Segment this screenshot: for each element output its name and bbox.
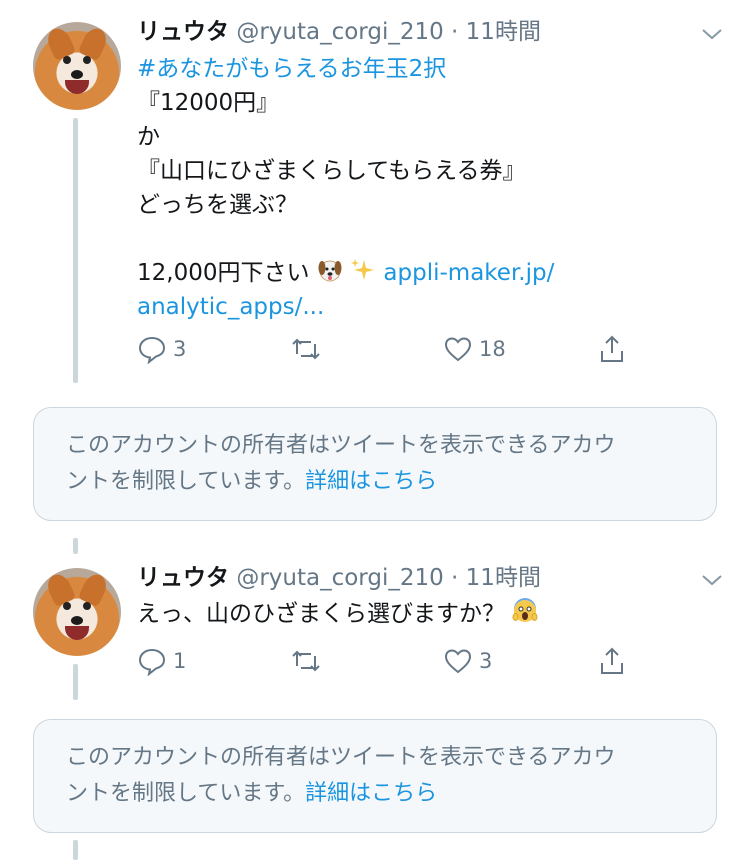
tweet-header: リュウタ @ryuta_corgi_210 · 11時間 [137, 17, 541, 47]
user-handle[interactable]: @ryuta_corgi_210 [236, 565, 443, 591]
reply-icon [138, 336, 166, 364]
notice-text: このアカウントの所有者はツイートを表示できるアカウ [66, 433, 616, 458]
timestamp[interactable]: 11時間 [466, 19, 541, 45]
thread-line [73, 664, 78, 700]
reply-button[interactable]: 1 [137, 643, 186, 679]
retweet-icon [292, 338, 320, 360]
restricted-notice: このアカウントの所有者はツイートを表示できるアカウ ントを制限しています。詳細は… [33, 407, 717, 521]
avatar[interactable] [33, 568, 121, 656]
tweet-header: リュウタ @ryuta_corgi_210 · 11時間 [137, 563, 541, 593]
reply-button[interactable]: 3 [137, 331, 186, 367]
tweet-line: か [137, 124, 160, 150]
tweet-line: どっちを選ぶ？ [137, 192, 298, 218]
chevron-down-icon[interactable] [700, 22, 724, 46]
tweet-text: えっ、山のひざまくら選びますか？ [137, 597, 697, 631]
chevron-down-icon[interactable] [700, 568, 724, 592]
like-button[interactable]: 3 [443, 643, 492, 679]
separator-dot: · [451, 565, 459, 591]
learn-more-link[interactable]: 詳細はこちら [305, 781, 437, 806]
notice-text: このアカウントの所有者はツイートを表示できるアカウ [66, 745, 616, 770]
like-count: 18 [479, 337, 506, 361]
thread-line [73, 538, 78, 554]
like-count: 3 [479, 649, 493, 673]
like-button[interactable]: 18 [443, 331, 506, 367]
url-link[interactable]: analytic_apps/... [137, 294, 324, 320]
notice-text: ントを制限しています。 [66, 469, 306, 494]
tweet-line: 『12000円』 [137, 90, 280, 116]
heart-icon [444, 649, 472, 674]
tweet-text: #あなたがもらえるお年玉2択 『12000円』 か 『山口にひざまくらしてもらえ… [137, 52, 697, 324]
reply-count: 3 [173, 337, 187, 361]
url-link[interactable]: appli-maker.jp/ [383, 260, 554, 286]
restricted-notice: このアカウントの所有者はツイートを表示できるアカウ ントを制限しています。詳細は… [33, 719, 717, 833]
share-icon [601, 335, 623, 362]
retweet-button[interactable] [291, 643, 321, 679]
avatar[interactable] [33, 22, 121, 110]
thread-line [73, 840, 78, 860]
share-button[interactable] [597, 643, 627, 679]
tweet-line: えっ、山のひざまくら選びますか？ [137, 601, 505, 627]
tweet-line: 『山口にひざまくらしてもらえる券』 [137, 158, 526, 184]
retweet-icon [292, 650, 320, 672]
reply-icon [138, 648, 166, 676]
hashtag-link[interactable]: #あなたがもらえるお年玉2択 [137, 56, 446, 82]
separator-dot: · [451, 19, 459, 45]
share-button[interactable] [597, 331, 627, 367]
sparkles-icon [351, 259, 375, 280]
learn-more-link[interactable]: 詳細はこちら [305, 469, 437, 494]
thread-line [73, 118, 78, 383]
timestamp[interactable]: 11時間 [466, 565, 541, 591]
tweet-line: 12,000円下さい [137, 260, 310, 286]
notice-text: ントを制限しています。 [66, 781, 306, 806]
tweet-actions: 1 3 [137, 643, 637, 683]
heart-icon [444, 337, 472, 362]
reply-count: 1 [173, 649, 187, 673]
screaming-face-icon [512, 598, 538, 622]
retweet-button[interactable] [291, 331, 321, 367]
tweet-actions: 3 18 [137, 331, 637, 371]
display-name[interactable]: リュウタ [137, 19, 229, 45]
dog-face-icon [318, 260, 342, 282]
share-icon [601, 647, 623, 674]
user-handle[interactable]: @ryuta_corgi_210 [236, 19, 443, 45]
display-name[interactable]: リュウタ [137, 565, 229, 591]
